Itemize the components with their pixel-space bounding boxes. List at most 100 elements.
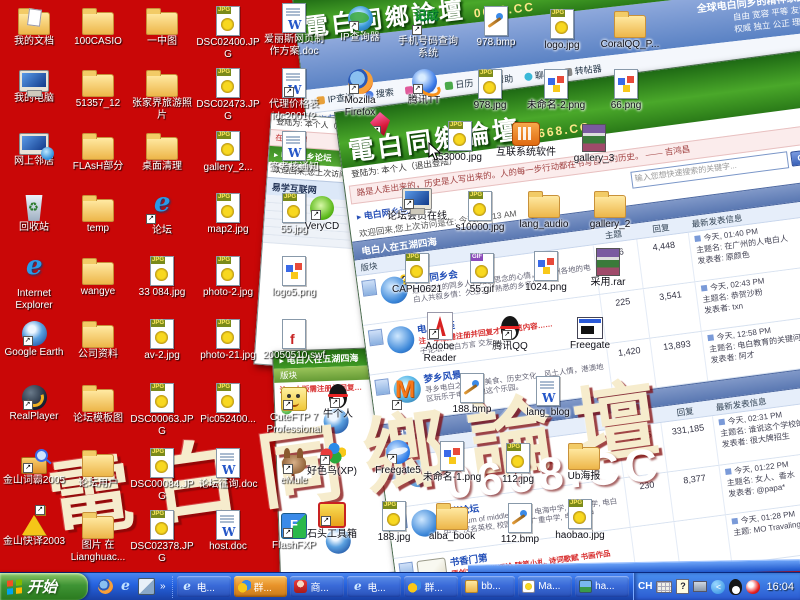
desktop-icon[interactable]: 一中图 (130, 5, 194, 48)
desktop-icon[interactable]: 978.jpg (458, 68, 522, 112)
desktop-icon[interactable]: 我的文档 (2, 5, 66, 48)
desktop-icon[interactable]: ↗腾讯TT (392, 66, 456, 107)
desktop-icon[interactable]: ↗ (348, 108, 412, 137)
desktop-icon[interactable]: ↗金山快译2003 (2, 509, 66, 548)
desktop-icon[interactable]: 论坛模板图 (66, 382, 130, 425)
desktop-icon[interactable]: 1024.png (514, 250, 578, 294)
taskbar-button[interactable]: e电... (177, 576, 231, 597)
network-tray-icon[interactable] (693, 581, 707, 592)
desktop-icon[interactable]: ↗Google Earth (2, 318, 66, 359)
desktop-icon[interactable]: 66.png (594, 68, 658, 112)
desktop-icon[interactable]: ↗牛个人 (306, 380, 370, 421)
desktop-icon[interactable]: 33 084.jpg (130, 255, 194, 299)
desktop-icon[interactable]: av-2.jpg (130, 318, 194, 362)
desktop-icon[interactable]: wangye (66, 255, 130, 298)
desktop-icon[interactable]: photo-2.jpg (196, 255, 260, 299)
desktop-icon[interactable]: 未命名-2.png (524, 68, 588, 112)
desktop-icon[interactable]: map2.jpg (196, 192, 260, 236)
desktop-icon[interactable]: ↗Adobe Reader (408, 310, 472, 364)
desktop-icon[interactable]: 采用.rar (576, 246, 640, 289)
desktop-icon[interactable]: ↗IP查询器 (328, 3, 392, 44)
qq-tray-icon[interactable] (729, 579, 742, 595)
desktop-icon[interactable]: Freegate (558, 312, 622, 352)
desktop-icon[interactable]: 桌面清理 (130, 130, 194, 173)
desktop-icon[interactable]: 188.bmp (440, 372, 504, 416)
desktop-icon[interactable]: ↗好色鸟(XP) (300, 438, 364, 478)
taskbar-button[interactable]: Ma... (518, 576, 572, 597)
show-desktop-icon[interactable] (138, 578, 155, 595)
desktop-icon[interactable]: FLAsH部分 (66, 130, 130, 173)
desktop-icon[interactable]: logo.jpg (530, 8, 594, 52)
desktop-icon[interactable]: 112.jpg (486, 442, 550, 486)
desktop-icon[interactable]: 互联系统软件 (494, 118, 558, 159)
desktop-icon[interactable]: DSC02400.JPG (196, 5, 260, 60)
desktop-icon[interactable]: ↗论坛 (130, 192, 194, 237)
desktop-icon[interactable]: ↗论坛会员在线 (385, 185, 449, 223)
keyboard-icon[interactable] (656, 581, 672, 593)
desktop-icon[interactable]: 公司资料 (66, 318, 130, 361)
shortcut-arrow-icon: ↗ (23, 463, 33, 473)
taskbar-button[interactable]: bb... (461, 576, 515, 597)
desktop-icon[interactable]: DSC02378.JPG (130, 509, 194, 564)
desktop-icon[interactable]: 978.bmp (464, 5, 528, 49)
desktop-icon[interactable]: ↗手机号码查询系统 (396, 3, 460, 59)
desktop-icon[interactable]: 55.gif (450, 252, 514, 296)
desktop-icon[interactable]: DSC00084.JPG (130, 447, 194, 502)
desktop-icon[interactable]: 签考核通知 (262, 130, 326, 174)
desktop-icon[interactable]: 51357_12 (66, 67, 130, 110)
desktop-icon[interactable]: 20050510.swf (262, 318, 326, 362)
desktop-icon[interactable]: temp (66, 192, 130, 235)
desktop-icon[interactable]: ↗RealPlayer (2, 382, 66, 423)
tray-collapse-arrow[interactable]: < (711, 580, 725, 594)
taskbar-button[interactable]: 群... (404, 576, 458, 597)
antivirus-tray-icon[interactable] (746, 580, 760, 594)
desktop-icon[interactable]: ↗VeryCD (290, 192, 354, 233)
quick-launch-more-chevron[interactable]: » (160, 581, 166, 592)
desktop-icon[interactable]: photo-21.jpg (196, 318, 260, 362)
desktop-icon[interactable]: 爱丽斯网页制作方案.doc (262, 2, 326, 57)
taskbar-button[interactable]: e电... (347, 576, 401, 597)
freegate-icon: ↗ (386, 440, 410, 464)
firefox-icon[interactable] (98, 579, 113, 594)
desktop-icon[interactable]: DSC02473.JPG (196, 67, 260, 122)
start-button[interactable]: 开始 (0, 573, 88, 600)
desktop-icon[interactable]: ↗腾讯QQ (478, 312, 542, 353)
desktop-icon[interactable]: Pic052400... (196, 382, 260, 426)
desktop-icon[interactable]: alba_book (420, 500, 484, 543)
desktop-icon[interactable]: 未命名-1.png (420, 440, 484, 484)
internet-explorer-icon[interactable]: e (118, 579, 133, 594)
desktop-icon[interactable]: 图片 在 Lianghuac... (66, 509, 130, 563)
desktop-icon[interactable]: ↗代理价格表 idc2001(2 (262, 67, 326, 122)
desktop-icon[interactable]: ↗金山词霸2005 (2, 447, 66, 487)
language-indicator[interactable]: CH (638, 581, 652, 592)
desktop-icon[interactable]: CAPH0621 (385, 252, 449, 296)
desktop-icon[interactable]: 188.jpg (362, 500, 426, 544)
desktop-icon[interactable]: Ub海报 (552, 440, 616, 483)
desktop-icon[interactable]: 回收站 (2, 192, 66, 234)
desktop-icon[interactable]: 网上邻居 (2, 130, 66, 168)
desktop-icon[interactable]: s10000.jpg (448, 190, 512, 234)
desktop-icon[interactable]: lang_audio (512, 188, 576, 231)
desktop-icon[interactable]: ↗石头工具箱 (300, 498, 364, 541)
taskbar-button[interactable]: 商... (290, 576, 344, 597)
desktop-icon[interactable]: ↗ (376, 378, 440, 411)
desktop-icon[interactable]: host.doc (196, 509, 260, 553)
desktop-icon[interactable]: 论坛用户 (66, 447, 130, 490)
desktop-icon[interactable]: gallery_2 (578, 188, 642, 231)
desktop-icon[interactable]: 我的电脑 (2, 67, 66, 105)
taskbar-button[interactable]: ha... (575, 576, 629, 597)
desktop-icon[interactable]: gallery_2... (196, 130, 260, 174)
input-method-icon[interactable]: ? (676, 579, 689, 594)
desktop-icon[interactable]: 100CASIO (66, 5, 130, 48)
taskbar-button[interactable]: 群... (234, 576, 288, 597)
desktop-icon[interactable]: 论坛征询.doc (196, 447, 260, 491)
desktop-icon[interactable]: haobao.jpg (548, 498, 612, 542)
desktop-icon[interactable]: 张家界旅游照片 (130, 67, 194, 121)
desktop-icon[interactable]: CoralQQ_P... (598, 8, 662, 51)
desktop-icon[interactable]: Internet Explorer (2, 255, 66, 311)
desktop-icon[interactable]: lang_blog (516, 375, 580, 419)
desktop-icon[interactable]: 112.bmp (488, 502, 552, 546)
desktop-icon[interactable]: logo5.png (262, 255, 326, 299)
desktop-icon[interactable]: DSC00063.JPG (130, 382, 194, 437)
desktop-icon[interactable]: gallery_3 (562, 122, 626, 165)
